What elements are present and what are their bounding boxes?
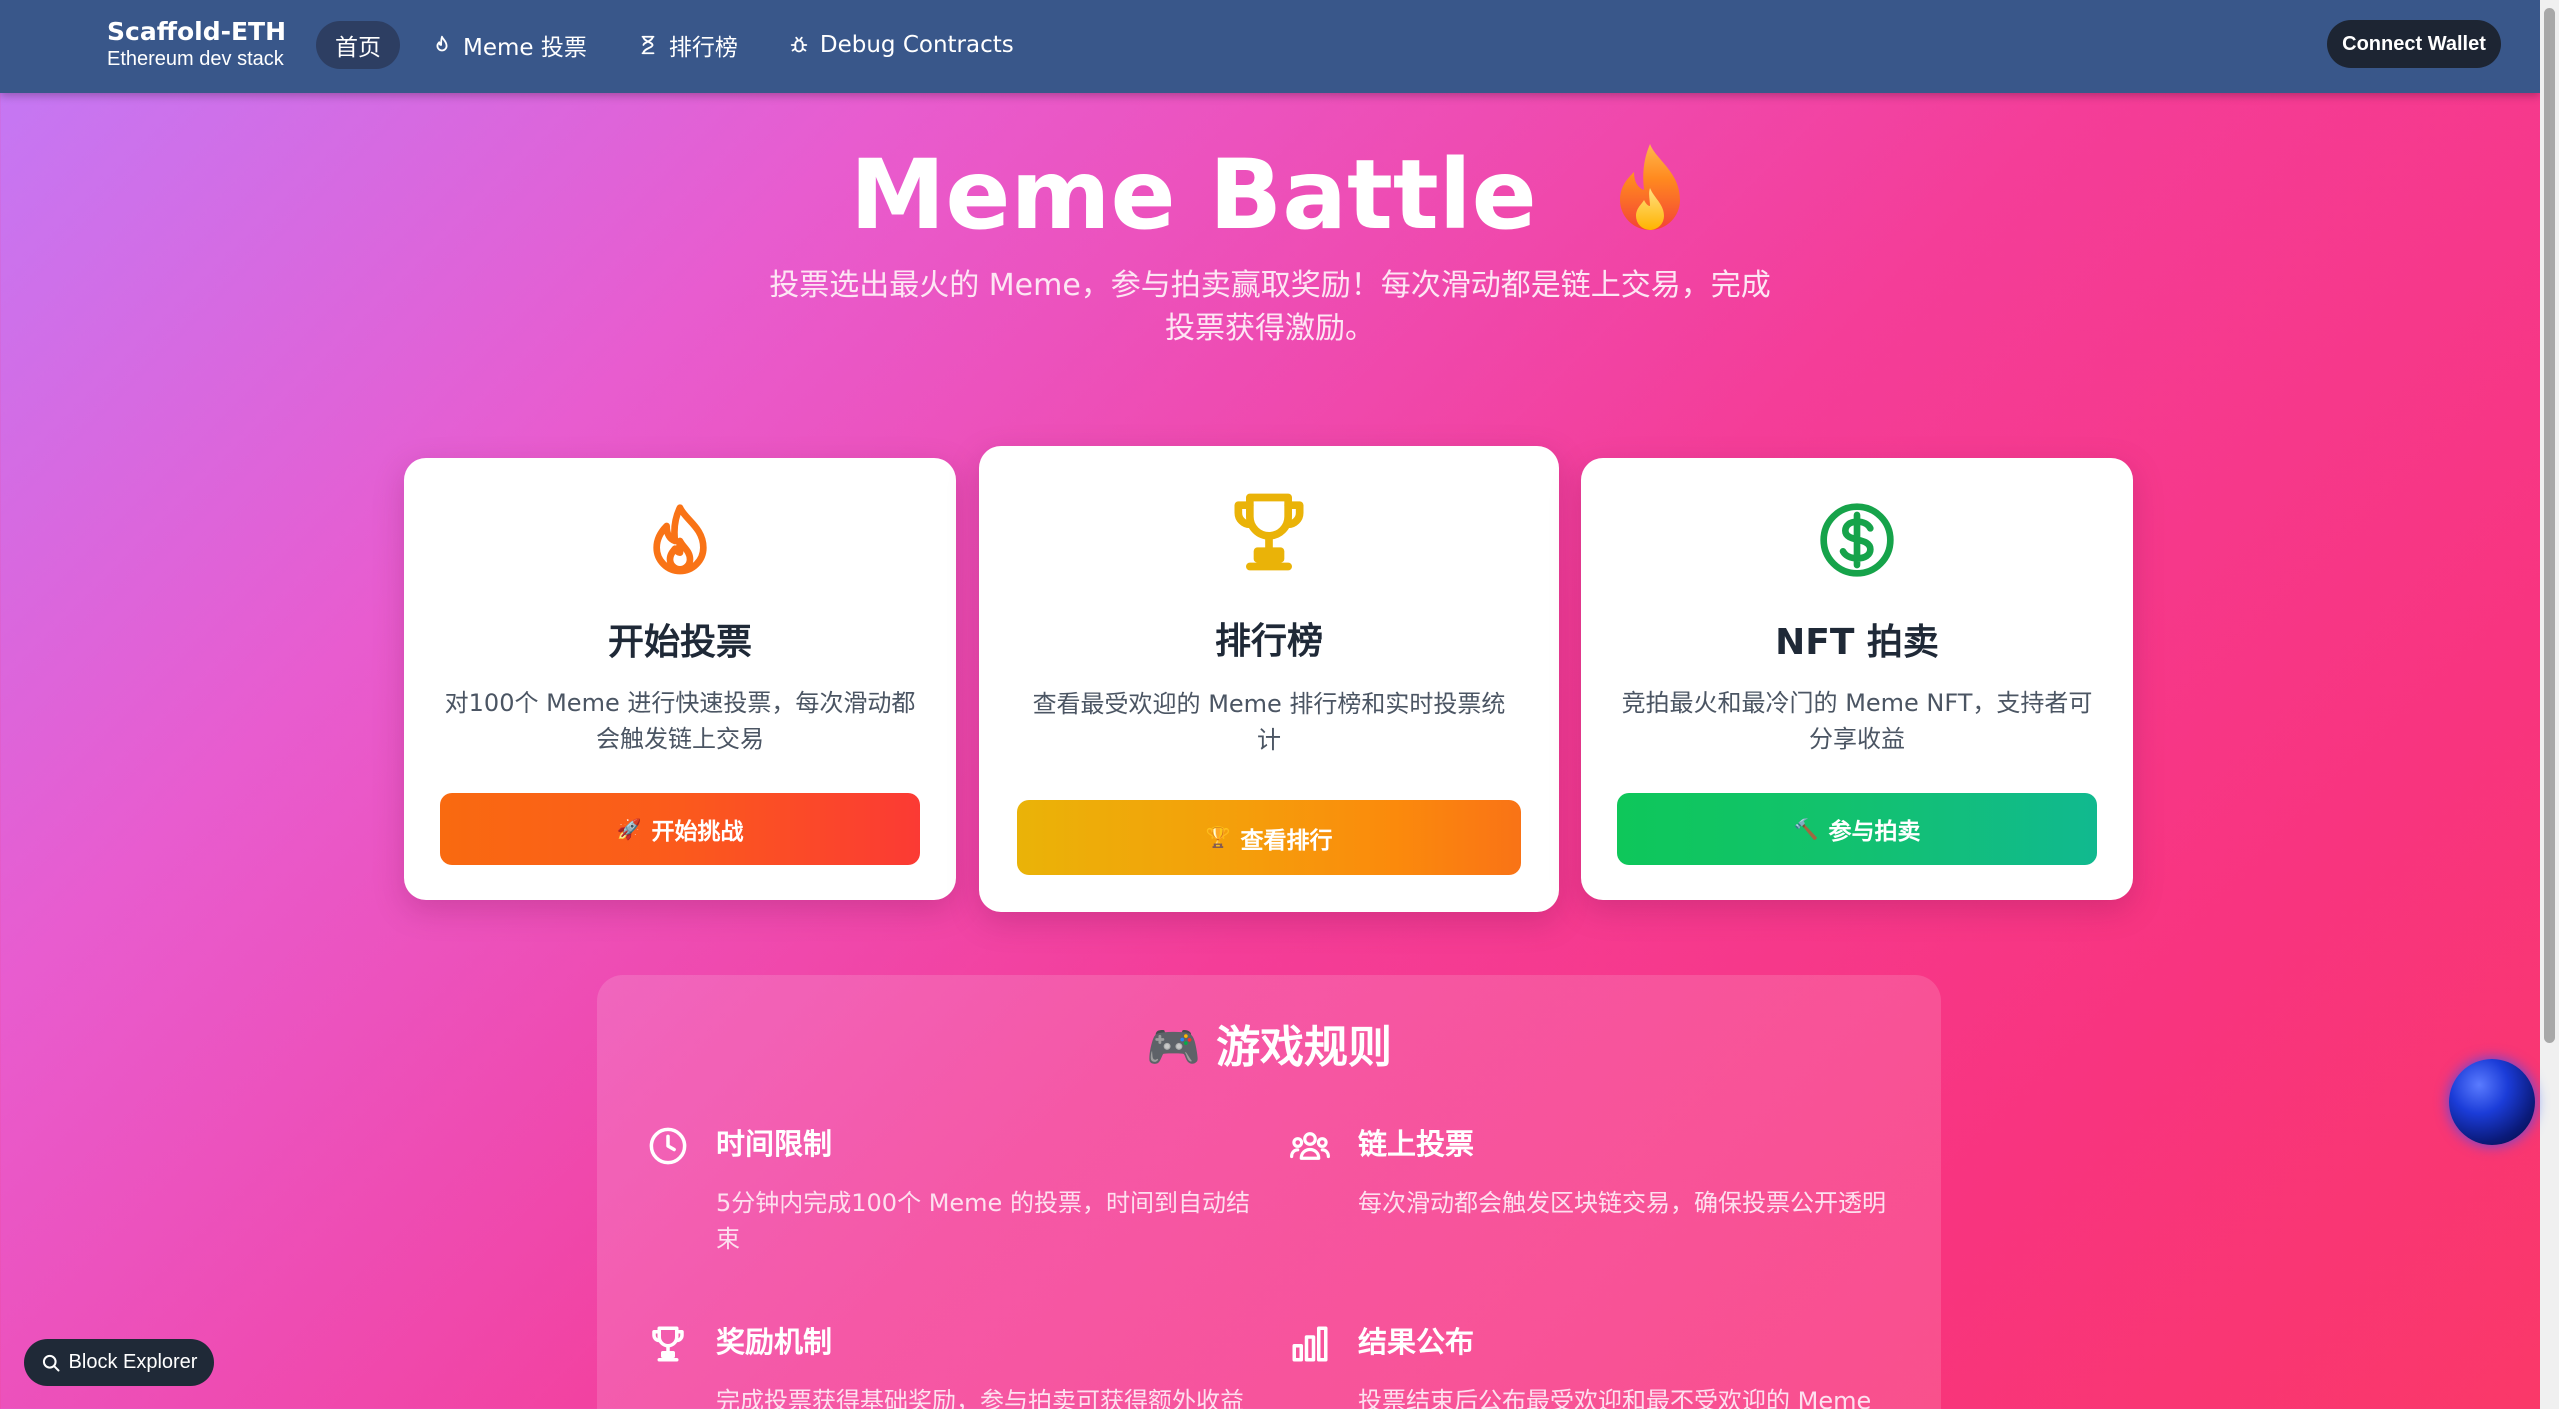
flame-icon	[436, 35, 448, 52]
rule-heading: 链上投票	[1358, 1127, 1475, 1161]
brand[interactable]: Scaffold-ETH Ethereum dev stack	[107, 17, 286, 71]
trophy-icon: 🏆	[1205, 827, 1231, 849]
card-title: NFT 拍卖	[1775, 622, 1939, 663]
button-label: 查看排行	[1240, 826, 1333, 853]
rule-text-line1: 5分钟内完成100个 Meme 的投票，时间到自动结	[716, 1189, 1250, 1217]
card-leaderboard: 排行榜 查看最受欢迎的 Meme 排行榜和实时投票统 计 🏆 查看排行	[979, 446, 1559, 912]
nav-item-label: 首页	[335, 35, 381, 61]
card-desc-line1: 查看最受欢迎的 Meme 排行榜和实时投票统	[1032, 690, 1506, 718]
game-rules-panel: 🎮 游戏规则 时间限制 5分钟内完成100个 Meme 的投票，时间到自动结 束…	[597, 975, 1941, 1409]
search-icon	[42, 1354, 60, 1371]
scrollbar[interactable]	[2540, 0, 2559, 1409]
card-nft-auction: NFT 拍卖 竞拍最火和最冷门的 Meme NFT，支持者可 分享收益 🔨 参与…	[1581, 458, 2133, 900]
rule-text-line1: 投票结束后公布最受欢迎和最不受欢迎的 Meme	[1358, 1387, 1872, 1409]
card-description: 竞拍最火和最冷门的 Meme NFT，支持者可 分享收益	[1616, 685, 2098, 757]
join-auction-button[interactable]: 🔨 参与拍卖	[1617, 793, 2097, 865]
nav-item-label: Meme 投票	[463, 35, 587, 61]
card-desc-line2: 会触发链上交易	[596, 725, 764, 753]
nav-item-label: 排行榜	[668, 35, 738, 61]
hero-subtitle: 投票选出最火的 Meme，参与拍卖赢取奖励！每次滑动都是链上交易，完成 投票获得…	[760, 264, 1780, 350]
view-ranking-button[interactable]: 🏆 查看排行	[1017, 800, 1521, 875]
hammer-icon: 🔨	[1793, 818, 1819, 841]
nav-item-leaderboard[interactable]: 排行榜	[618, 21, 757, 69]
flame-icon	[653, 504, 707, 575]
gamepad-icon: 🎮	[1145, 1022, 1201, 1073]
bar-chart-icon	[1292, 1326, 1328, 1362]
floating-assistant-orb[interactable]	[2449, 1059, 2535, 1145]
hero-title-text: Meme Battle	[849, 139, 1537, 251]
rule-text-line1: 完成投票获得基础奖励，参与拍卖可获得额外收益	[716, 1387, 1244, 1409]
card-description: 查看最受欢迎的 Meme 排行榜和实时投票统 计	[1014, 686, 1524, 758]
rules-title: 🎮 游戏规则	[597, 1020, 1941, 1076]
nav-item-debug-contracts[interactable]: Debug Contracts	[769, 21, 1033, 69]
rule-text: 完成投票获得基础奖励，参与拍卖可获得额外收益	[716, 1383, 1276, 1409]
rule-heading: 结果公布	[1358, 1325, 1475, 1359]
navbar: Scaffold-ETH Ethereum dev stack 首页 Meme …	[0, 0, 2540, 93]
rule-text-line1: 每次滑动都会触发区块链交易，确保投票公开透明	[1358, 1189, 1886, 1217]
nav-item-home[interactable]: 首页	[316, 21, 400, 69]
bug-icon	[790, 36, 808, 53]
clock-icon	[649, 1127, 687, 1165]
scrollbar-thumb[interactable]	[2544, 8, 2555, 1043]
brand-title: Scaffold-ETH	[107, 17, 287, 46]
card-description: 对100个 Meme 进行快速投票，每次滑动都 会触发链上交易	[439, 685, 921, 757]
nav-item-meme-vote[interactable]: Meme 投票	[412, 21, 606, 69]
hero-subtitle-line1: 投票选出最火的 Meme，参与拍卖赢取奖励！每次滑动都是链上交易，完成	[769, 268, 1771, 303]
block-explorer-label: Block Explorer	[68, 1351, 198, 1373]
nav-menu: 首页 Meme 投票 排行榜 Debug Contracts	[316, 20, 1045, 70]
card-start-vote: 开始投票 对100个 Meme 进行快速投票，每次滑动都 会触发链上交易 🚀 开…	[404, 458, 956, 900]
hourglass-icon	[641, 35, 655, 55]
card-desc-line2: 分享收益	[1809, 725, 1905, 753]
start-challenge-button[interactable]: 🚀 开始挑战	[440, 793, 920, 865]
rocket-icon: 🚀	[616, 818, 642, 841]
dollar-icon	[1820, 503, 1894, 577]
block-explorer-button[interactable]: Block Explorer	[24, 1339, 214, 1386]
trophy-icon	[1234, 493, 1304, 571]
rule-heading: 时间限制	[716, 1127, 833, 1161]
trophy-icon	[652, 1326, 684, 1362]
connect-wallet-button[interactable]: Connect Wallet	[2327, 20, 2501, 68]
rule-text: 投票结束后公布最受欢迎和最不受欢迎的 Meme	[1358, 1383, 1958, 1409]
hero-subtitle-line2: 投票获得激励。	[1165, 311, 1375, 346]
rule-text-line2: 束	[716, 1225, 740, 1253]
card-desc-line2: 计	[1257, 726, 1281, 754]
button-label: 参与拍卖	[1828, 818, 1921, 844]
button-label: 开始挑战	[651, 818, 744, 844]
rules-title-text: 游戏规则	[1216, 1022, 1393, 1073]
fire-icon	[1610, 140, 1690, 263]
users-icon	[1290, 1132, 1330, 1160]
card-desc-line1: 对100个 Meme 进行快速投票，每次滑动都	[444, 689, 916, 717]
card-title: 开始投票	[607, 622, 752, 663]
rule-heading: 奖励机制	[716, 1325, 833, 1359]
card-title: 排行榜	[1214, 621, 1323, 662]
nav-item-label: Debug Contracts	[819, 32, 1014, 58]
rule-text: 每次滑动都会触发区块链交易，确保投票公开透明	[1358, 1185, 1958, 1221]
rule-text: 5分钟内完成100个 Meme 的投票，时间到自动结 束	[716, 1185, 1256, 1257]
brand-subtitle: Ethereum dev stack	[107, 48, 284, 70]
card-desc-line1: 竞拍最火和最冷门的 Meme NFT，支持者可	[1621, 689, 2093, 717]
page-title: Meme Battle	[0, 135, 2540, 263]
